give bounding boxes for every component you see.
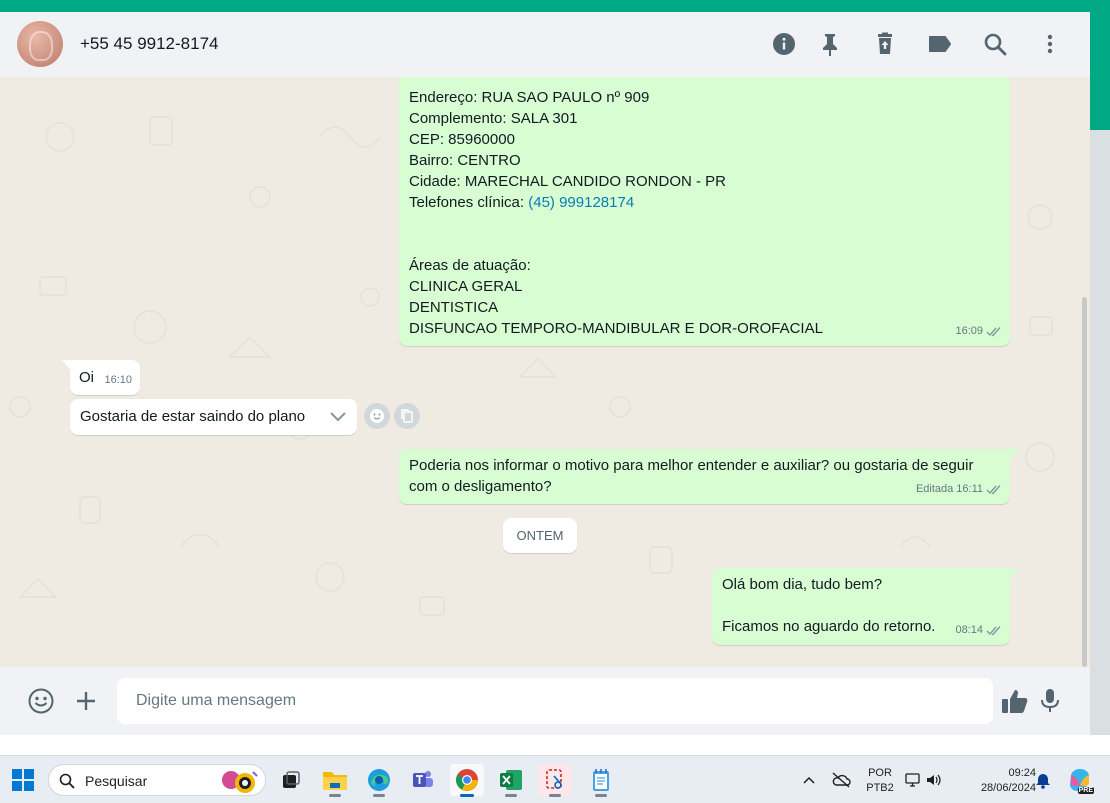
chat-scrollbar[interactable] [1080,87,1088,667]
message-input[interactable] [117,678,993,724]
message-text: Olá bom dia, tudo bem? Ficamos no aguard… [722,574,935,637]
message-line: com o desligamento? [409,478,552,495]
clock-time: 09:24 [1008,767,1036,779]
task-view-icon[interactable] [274,764,308,796]
message-outgoing[interactable]: Endereço: RUA SAO PAULO nº 909 Complemen… [399,77,1010,346]
search-icon [59,773,75,789]
message-time: 08:14 [955,624,983,636]
read-ticks-icon [986,327,1001,337]
window-right-band [1090,12,1110,130]
message-menu-chevron-icon[interactable] [327,407,349,427]
phone-link[interactable]: (45) 999128174 [528,194,634,211]
message-text: Endereço: RUA SAO PAULO nº 909 Complemen… [409,87,823,339]
label-icon[interactable] [927,31,953,57]
network-volume-icons[interactable] [904,764,944,796]
attach-plus-icon[interactable] [71,686,101,716]
message-outgoing[interactable]: Olá bom dia, tudo bem? Ficamos no aguard… [712,568,1010,645]
preview-badge: PRE [1077,787,1094,794]
chat-header: +55 45 9912-8174 [0,12,1090,77]
phone-label: Telefones clínica: [409,194,529,211]
message-time: 16:10 [104,374,132,386]
message-line: Áreas de atuação: [409,257,531,274]
message-meta: Editada 16:11 [916,479,1002,500]
clock-date: 28/06/2024 [980,782,1036,794]
message-incoming[interactable]: Oi 16:10 [70,360,140,395]
bubble-tail [1009,568,1019,580]
message-line: DISFUNCAO TEMPORO-MANDIBULAR E DOR-OROFA… [409,320,823,337]
edited-label: Editada [915,483,954,495]
message-line: CEP: 85960000 [409,131,515,148]
excel-icon[interactable] [494,764,528,797]
window-top-band [0,0,1110,12]
message-line: Ficamos no aguardo do retorno. [722,618,936,635]
contact-name[interactable]: +55 45 9912-8174 [80,34,219,54]
microphone-icon[interactable] [1035,686,1065,716]
edge-browser-icon[interactable] [362,764,396,797]
delete-icon[interactable] [872,31,898,57]
menu-icon[interactable] [1037,31,1063,57]
thumbs-up-icon[interactable] [1000,686,1030,716]
message-meta: 08:14 [955,620,1002,641]
message-meta: 16:10 [104,370,132,391]
chrome-icon[interactable] [450,764,484,797]
info-icon[interactable] [771,31,797,57]
desktop-gap [0,735,1110,755]
message-list[interactable]: Endereço: RUA SAO PAULO nº 909 Complemen… [0,77,1090,667]
whatsapp-chat-window: +55 45 9912-8174 Endereço: RUA SAO PAULO… [0,12,1090,735]
message-outgoing[interactable]: Poderia nos informar o motivo para melho… [399,449,1010,504]
message-text: Gostaria de estar saindo do plano [80,408,306,425]
message-time: 16:11 [956,483,983,495]
message-incoming[interactable]: Gostaria de estar saindo do plano [70,399,357,435]
search-highlight-icon [222,771,258,793]
read-ticks-icon [986,626,1001,636]
message-line: Telefones clínica: (45) 999128174 [409,192,823,213]
message-time: 16:09 [955,325,983,337]
search-icon[interactable] [982,31,1008,57]
notifications-bell-icon[interactable] [1030,764,1056,796]
pin-icon[interactable] [817,31,843,57]
scrollbar-thumb[interactable] [1082,297,1087,667]
taskbar-search[interactable]: Pesquisar [48,764,266,796]
snipping-tool-icon[interactable] [538,764,572,797]
teams-icon[interactable] [406,764,440,796]
copilot-icon[interactable]: PRE [1064,764,1096,796]
notepad-icon[interactable] [584,764,618,797]
composer-bar [0,667,1090,735]
search-label: Pesquisar [85,773,148,789]
message-line: DENTISTICA [409,299,499,316]
message-text: Oi [79,369,94,386]
forward-copy-icon[interactable] [394,403,420,429]
date-divider: ONTEM [503,518,577,553]
onedrive-offline-icon[interactable] [828,764,854,796]
message-text: Poderia nos informar o motivo para melho… [409,455,1004,497]
message-line: Cidade: MARECHAL CANDIDO RONDON - PR [409,173,726,190]
language-code: POR [868,767,892,779]
message-meta: 16:09 [955,321,1002,342]
message-line: Endereço: RUA SAO PAULO nº 909 [409,89,650,106]
react-emoji-icon[interactable] [364,403,390,429]
contact-avatar[interactable] [17,21,63,67]
windows-taskbar: Pesquisar POR PTB2 09:24 28/06/2024 PRE [0,755,1110,803]
message-line: Poderia nos informar o motivo para melho… [409,457,974,474]
keyboard-language[interactable]: POR PTB2 [862,766,898,796]
window-right-edge [1090,130,1110,735]
file-explorer-icon[interactable] [318,764,352,797]
message-line: CLINICA GERAL [409,278,523,295]
bubble-tail [1009,449,1019,461]
read-ticks-icon [986,485,1001,495]
message-line: Complemento: SALA 301 [409,110,578,127]
start-windows-icon[interactable] [6,764,40,796]
emoji-icon[interactable] [26,686,56,716]
message-line: Olá bom dia, tudo bem? [722,576,883,593]
keyboard-layout: PTB2 [866,782,894,794]
show-hidden-icons-chevron-icon[interactable] [796,764,822,796]
message-line: Bairro: CENTRO [409,152,521,169]
taskbar-clock[interactable]: 09:24 28/06/2024 [958,766,1036,796]
